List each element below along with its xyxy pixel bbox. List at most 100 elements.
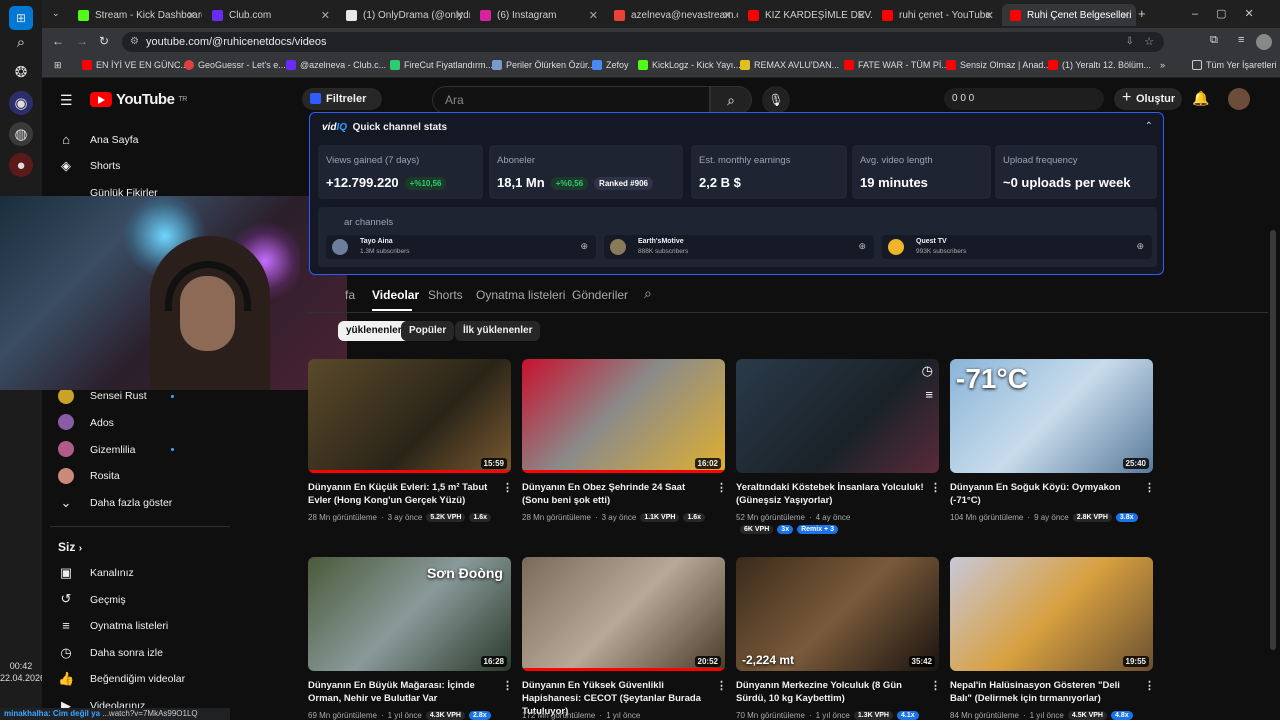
obs-icon[interactable]: ●	[9, 153, 33, 177]
search-button[interactable]: ⌕	[710, 86, 752, 114]
tab-x[interactable]: (1) OnlyDrama (@onlydr... ✕	[338, 4, 470, 26]
profile-avatar[interactable]	[1256, 34, 1272, 50]
taskbar-clock[interactable]: 00:42 22.04.2026	[0, 660, 45, 684]
more-options-icon[interactable]: ⋮	[502, 481, 513, 494]
tab-playlists[interactable]: Oynatma listeleri	[476, 288, 565, 302]
hamburger-menu-icon[interactable]: ☰	[60, 92, 73, 109]
voice-search-button[interactable]: 🎙	[762, 86, 790, 114]
sidebar-item-shorts[interactable]: Shorts	[90, 160, 120, 172]
video-thumbnail[interactable]: 15:59	[308, 359, 511, 473]
tab-home[interactable]: fa	[345, 288, 355, 302]
bookmark-item[interactable]: Zefoy	[592, 60, 629, 70]
chip-latest[interactable]: yüklenenler	[338, 321, 410, 341]
reload-icon[interactable]: ↻	[99, 34, 109, 48]
similar-channel[interactable]: Quest TV 993K subscribers ⊕	[882, 235, 1152, 259]
bookmark-item[interactable]: GeoGuessr - Let's e...	[184, 60, 286, 70]
similar-channel[interactable]: Earth'sMotive 888K subscribers ⊕	[604, 235, 874, 259]
media-icon[interactable]: ≡	[1238, 34, 1244, 46]
bookmark-item[interactable]: @azelneva - Club.c...	[286, 60, 386, 70]
add-to-queue-icon[interactable]: ≡	[925, 387, 933, 402]
more-options-icon[interactable]: ⋮	[930, 679, 941, 692]
scrollbar[interactable]	[1270, 230, 1276, 650]
more-options-icon[interactable]: ⋮	[716, 481, 727, 494]
tab-videos[interactable]: Videolar	[372, 288, 419, 302]
all-bookmarks[interactable]: Tüm Yer İşaretleri	[1192, 60, 1277, 70]
tab-instagram[interactable]: (6) Instagram ✕	[472, 4, 604, 26]
sidebar-channel-sensei-rust[interactable]: Sensei Rust	[90, 390, 147, 402]
back-icon[interactable]: ←	[52, 34, 64, 48]
sidebar-item-playlists[interactable]: Oynatma listeleri	[90, 620, 168, 632]
extensions-icon[interactable]: ⧉	[1210, 34, 1218, 47]
bookmark-item[interactable]: REMAX AVLU'DAN...	[740, 60, 839, 70]
channel-search-icon[interactable]: ⌕	[644, 285, 652, 302]
tab-youtube-2[interactable]: ruhi çenet - YouTube ✕	[874, 4, 1000, 26]
remix-badge[interactable]: Remix + 3	[797, 525, 838, 534]
video-title[interactable]: Yeraltındaki Köstebek İnsanlara Yolculuk…	[736, 481, 924, 507]
more-options-icon[interactable]: ⋮	[502, 679, 513, 692]
bookmark-item[interactable]: (1) Yeraltı 12. Bölüm...	[1048, 60, 1151, 70]
sidebar-channel-rosita[interactable]: Rosita	[90, 470, 120, 482]
video-title[interactable]: Dünyanın En Obez Şehrinde 24 Saat (Sonu …	[522, 481, 710, 507]
close-icon[interactable]: ✕	[589, 9, 598, 22]
bookmark-item[interactable]: FireCut Fiyatlandırm...	[390, 60, 493, 70]
create-button[interactable]: Oluştur	[1114, 87, 1182, 110]
video-thumbnail[interactable]: Sơn Đoòng 16:28	[308, 557, 511, 671]
install-icon[interactable]: ⇩	[1126, 32, 1134, 52]
bookmark-star-icon[interactable]: ☆	[1144, 32, 1154, 52]
chatgpt-icon[interactable]: ❂	[9, 60, 33, 84]
tab-kick[interactable]: Stream - Kick Dashboard ✕	[70, 4, 202, 26]
video-thumbnail[interactable]: -2,224 mt 35:42	[736, 557, 939, 671]
similar-channel[interactable]: Tayo Aina 1.3M subscribers ⊕	[326, 235, 596, 259]
more-bookmarks-icon[interactable]: »	[1160, 60, 1165, 70]
video-thumbnail[interactable]: ◷ ≡	[736, 359, 939, 473]
tab-club[interactable]: Club.com ✕	[204, 4, 336, 26]
address-bar[interactable]: ⚙ youtube.com/@ruhicenetdocs/videos ⇩ ☆	[122, 32, 1164, 52]
close-icon[interactable]: ✕	[723, 9, 732, 22]
vidiq-filters-button[interactable]: Filtreler	[302, 88, 382, 110]
search-icon[interactable]: ⌕	[9, 30, 33, 54]
video-title[interactable]: Dünyanın En Küçük Evleri: 1,5 m² Tabut E…	[308, 481, 496, 507]
tab-shorts[interactable]: Shorts	[428, 288, 463, 302]
windows-start-icon[interactable]: ⊞	[9, 6, 33, 30]
bookmark-item[interactable]: EN İYİ VE EN GÜNC...	[82, 60, 188, 70]
video-title[interactable]: Dünyanın Merkezine Yolculuk (8 Gün Sürdü…	[736, 679, 924, 705]
apps-icon[interactable]: ⊞	[54, 60, 62, 71]
sidebar-channel-ados[interactable]: Ados	[90, 417, 114, 429]
chrome-icon[interactable]: ◍	[9, 122, 33, 146]
video-thumbnail[interactable]: 20:52	[522, 557, 725, 671]
account-avatar[interactable]	[1228, 88, 1250, 110]
tab-posts[interactable]: Gönderiler	[572, 288, 628, 302]
tab-youtube-1[interactable]: KIZ KARDEŞİMLE DEV... ✕	[740, 4, 872, 26]
sidebar-item-your-channel[interactable]: Kanalınız	[90, 567, 134, 579]
video-title[interactable]: Nepal'in Halüsinasyon Gösteren "Deli Bal…	[950, 679, 1138, 705]
close-icon[interactable]: ✕	[985, 9, 994, 22]
close-icon[interactable]: ✕	[321, 9, 330, 22]
close-icon[interactable]: ✕	[1121, 9, 1130, 22]
more-options-icon[interactable]: ⋮	[716, 679, 727, 692]
sidebar-item-watch-later[interactable]: Daha sonra izle	[90, 647, 163, 659]
youtube-logo[interactable]: YouTube TR	[90, 91, 187, 108]
forward-icon[interactable]: →	[76, 34, 88, 48]
new-tab-button[interactable]: +	[1138, 6, 1146, 21]
search-input[interactable]: Ara	[432, 86, 710, 114]
video-title[interactable]: Dünyanın En Soğuk Köyü: Oymyakon (-71°C)	[950, 481, 1138, 507]
bookmark-item[interactable]: Periler Ölürken Özür...	[492, 60, 595, 70]
tab-gmail[interactable]: azelneva@nevastream.c... ✕	[606, 4, 738, 26]
add-user-icon[interactable]: ⊕	[580, 241, 588, 252]
bookmark-item[interactable]: Sensiz Olmaz | Anad...	[946, 60, 1051, 70]
watch-later-icon[interactable]: ◷	[922, 363, 933, 379]
app-icon[interactable]: ◉	[9, 91, 33, 115]
tab-youtube-active[interactable]: Ruhi Çenet Belgeselleri ✕	[1002, 4, 1136, 26]
video-title[interactable]: Dünyanın En Büyük Mağarası: İçinde Orman…	[308, 679, 496, 705]
notifications-bell-icon[interactable]: 🔔	[1192, 90, 1209, 107]
sidebar-section-you[interactable]: Siz ›	[58, 540, 82, 554]
sidebar-item-home[interactable]: Ana Sayfa	[90, 134, 138, 146]
add-user-icon[interactable]: ⊕	[858, 241, 866, 252]
bookmark-item[interactable]: KickLogz - Kick Yayı...	[638, 60, 741, 70]
sidebar-show-more[interactable]: Daha fazla göster	[90, 497, 172, 509]
add-user-icon[interactable]: ⊕	[1136, 241, 1144, 252]
sidebar-item-liked[interactable]: Beğendiğim videolar	[90, 673, 185, 685]
more-options-icon[interactable]: ⋮	[930, 481, 941, 494]
bookmark-item[interactable]: FATE WAR - TÜM Pİ...	[844, 60, 949, 70]
window-controls[interactable]: –▢✕	[1192, 7, 1272, 20]
